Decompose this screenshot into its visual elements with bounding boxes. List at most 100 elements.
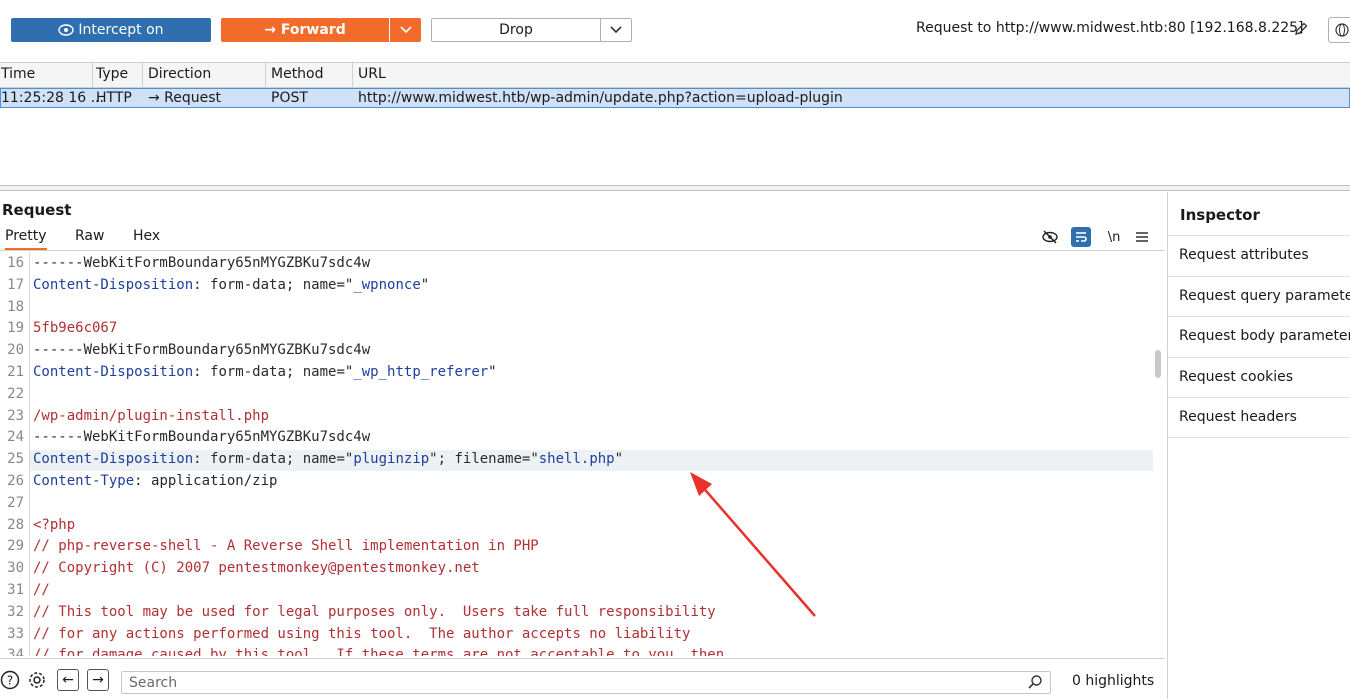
- code-line: Content-Disposition: form-data; name="pl…: [33, 451, 623, 467]
- row-time: 11:25:28 16 ...: [1, 90, 104, 106]
- wrap-icon[interactable]: [1071, 227, 1091, 247]
- pane-splitter[interactable]: [0, 185, 1350, 191]
- line-number: 33: [7, 625, 24, 642]
- column-divider[interactable]: [142, 63, 143, 88]
- tab-divider: [0, 250, 1165, 251]
- back-arrow-icon[interactable]: ←: [57, 669, 79, 691]
- line-number: 26: [7, 473, 24, 489]
- code-line: Content-Type: application/zip: [33, 473, 277, 489]
- column-divider[interactable]: [92, 63, 93, 88]
- code-token: : form-data; name=": [193, 276, 354, 293]
- code-token: : application/zip: [134, 473, 278, 489]
- code-token: 5fb9e6c067: [33, 320, 118, 337]
- line-number: 22: [7, 385, 24, 402]
- request-panel-title: Request: [2, 201, 72, 219]
- line-number: 27: [7, 494, 24, 511]
- code-token: Content-Type: [33, 473, 135, 489]
- column-divider[interactable]: [265, 63, 266, 88]
- code-token: pluginzip: [353, 451, 430, 468]
- intercept-history-table: Time Type Direction Method URL 11:25:28 …: [0, 62, 1350, 188]
- code-token: _wpnonce: [353, 276, 421, 293]
- line-number: 19: [7, 320, 24, 337]
- gutter-divider: [29, 252, 30, 656]
- code-token: : form-data; name=": [193, 451, 354, 468]
- inspector-query-parameters[interactable]: Request query parameters: [1168, 276, 1350, 317]
- line-number: 16: [7, 255, 24, 271]
- eye-icon: [58, 24, 75, 36]
- code-line: // for damage caused by this tool. If th…: [33, 647, 724, 656]
- drop-options-button[interactable]: [600, 18, 632, 42]
- column-divider[interactable]: [352, 63, 353, 88]
- table-row[interactable]: 11:25:28 16 ... HTTP → Request POST http…: [0, 88, 1350, 108]
- inspector-cookies[interactable]: Request cookies: [1168, 357, 1350, 398]
- intercept-toggle-button[interactable]: Intercept on: [11, 18, 211, 42]
- forward-button[interactable]: → Forward: [221, 18, 389, 42]
- menu-icon[interactable]: [1132, 227, 1152, 247]
- line-number: 21: [7, 364, 24, 380]
- line-number: 23: [7, 407, 24, 424]
- pencil-icon[interactable]: [1293, 21, 1309, 37]
- hide-icon[interactable]: [1040, 227, 1060, 247]
- code-token: // for damage caused by this tool. If th…: [33, 647, 725, 656]
- column-header-type[interactable]: Type: [96, 66, 128, 82]
- code-token: Content-Disposition: [33, 276, 194, 293]
- code-line: // Copyright (C) 2007 pentestmonkey@pent…: [33, 560, 480, 576]
- search-bar: ? ← → 0 highlights: [0, 658, 1165, 699]
- table-header: Time Type Direction Method URL: [0, 62, 1350, 88]
- code-token: // This tool may be used for legal purpo…: [33, 603, 716, 620]
- row-url: http://www.midwest.htb/wp-admin/update.p…: [358, 90, 843, 106]
- line-number: 18: [7, 298, 24, 315]
- code-line: Content-Disposition: form-data; name="_w…: [33, 364, 497, 380]
- code-token: ------WebKitFormBoundary65nMYGZBKu7sdc4w: [33, 342, 371, 359]
- code-token: Content-Disposition: [33, 451, 194, 468]
- row-method: POST: [271, 90, 308, 106]
- row-direction: → Request: [148, 90, 222, 106]
- column-header-url[interactable]: URL: [358, 66, 386, 82]
- tab-hex[interactable]: Hex: [133, 228, 160, 248]
- inspector-panel: Inspector Request attributes Request que…: [1167, 192, 1350, 699]
- code-token: //: [33, 582, 50, 598]
- code-token: /wp-admin/plugin-install.php: [33, 407, 270, 424]
- code-token: ------WebKitFormBoundary65nMYGZBKu7sdc4w: [33, 429, 371, 446]
- code-token: "; filename=": [429, 451, 539, 468]
- code-line: ------WebKitFormBoundary65nMYGZBKu7sdc4w: [33, 429, 370, 445]
- column-header-time[interactable]: Time: [1, 66, 35, 82]
- code-token: Content-Disposition: [33, 364, 194, 380]
- settings-icon[interactable]: [27, 670, 47, 690]
- chevron-down-icon: [399, 26, 412, 34]
- column-header-method[interactable]: Method: [271, 66, 324, 82]
- editor-scrollbar[interactable]: [1155, 350, 1161, 378]
- code-token: // php-reverse-shell - A Reverse Shell i…: [33, 538, 539, 555]
- code-line: Content-Disposition: form-data; name="_w…: [33, 277, 429, 293]
- request-editor[interactable]: 16 ------WebKitFormBoundary65nMYGZBKu7sdc…: [0, 252, 1165, 656]
- column-header-direction[interactable]: Direction: [148, 66, 211, 82]
- inspector-headers[interactable]: Request headers: [1168, 397, 1350, 438]
- code-line: <?php: [33, 517, 75, 533]
- inspector-request-attributes[interactable]: Request attributes: [1168, 235, 1350, 276]
- search-input[interactable]: [121, 671, 1051, 694]
- tab-pretty[interactable]: Pretty: [5, 228, 47, 250]
- newline-toggle[interactable]: \n: [1104, 227, 1124, 247]
- forward-arrow-icon[interactable]: →: [87, 669, 109, 691]
- search-icon[interactable]: [1027, 674, 1043, 690]
- line-number: 29: [7, 538, 24, 555]
- intercept-label: Intercept on: [78, 22, 164, 38]
- forward-options-button[interactable]: [390, 18, 421, 42]
- inspector-title: Inspector: [1180, 206, 1260, 224]
- tab-raw[interactable]: Raw: [75, 228, 104, 248]
- line-number: 30: [7, 560, 24, 577]
- code-line: // This tool may be used for legal purpo…: [33, 604, 716, 620]
- code-line: //: [33, 582, 50, 598]
- code-token: ": [420, 276, 430, 293]
- browser-button[interactable]: [1328, 17, 1350, 43]
- inspector-body-parameters[interactable]: Request body parameters: [1168, 316, 1350, 357]
- drop-button[interactable]: Drop: [431, 18, 601, 42]
- line-number: 25: [7, 451, 24, 468]
- code-token: ": [488, 364, 497, 380]
- code-token: ": [614, 451, 624, 468]
- code-line: ------WebKitFormBoundary65nMYGZBKu7sdc4w: [33, 255, 370, 271]
- help-icon[interactable]: ?: [0, 670, 20, 690]
- line-number: 17: [7, 276, 24, 293]
- code-line: // php-reverse-shell - A Reverse Shell i…: [33, 538, 539, 554]
- code-token: ------WebKitFormBoundary65nMYGZBKu7sdc4w: [33, 255, 371, 271]
